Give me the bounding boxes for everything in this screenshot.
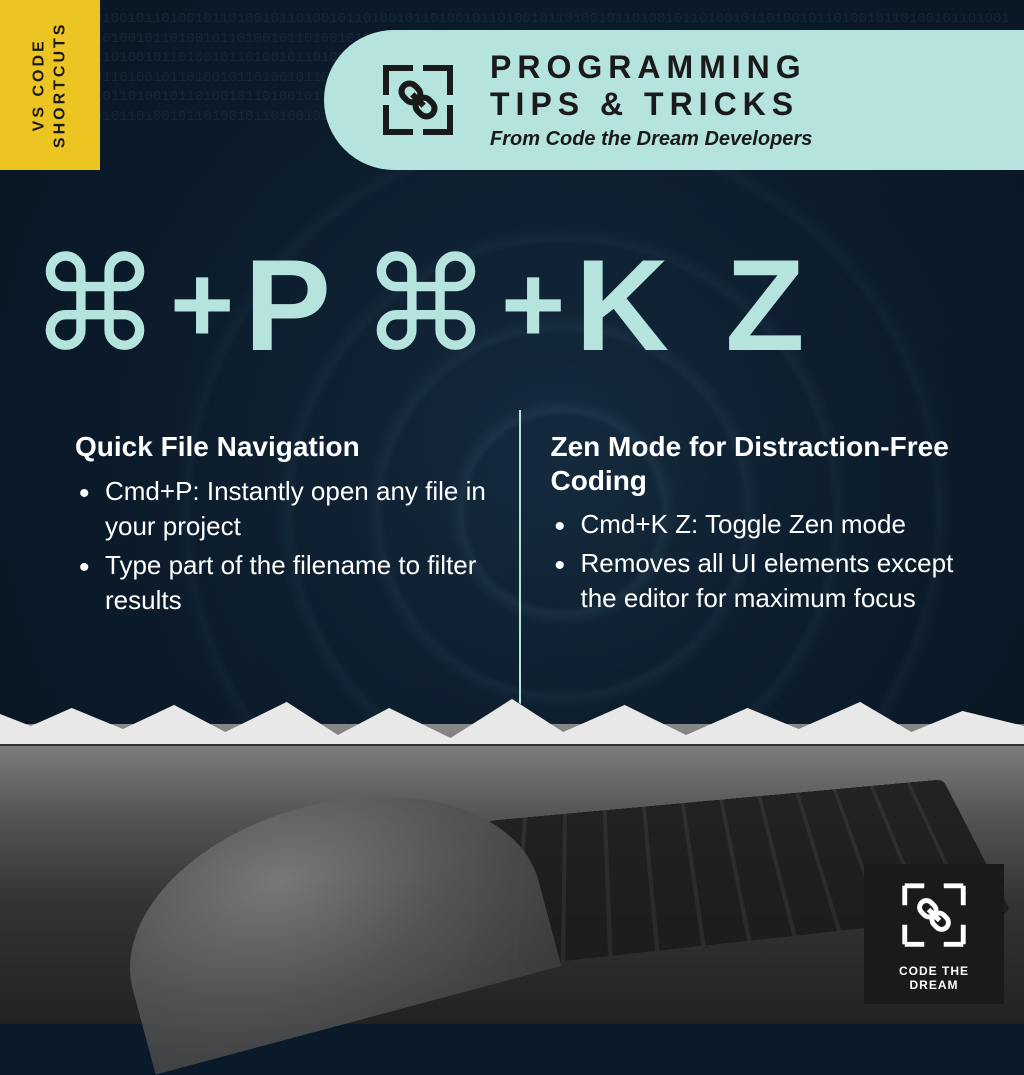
shortcuts-row: ⌘ + P ⌘ + K Z: [30, 240, 994, 370]
column-left: Quick File Navigation Cmd+P: Instantly o…: [75, 430, 519, 740]
tips-columns: Quick File Navigation Cmd+P: Instantly o…: [75, 430, 974, 740]
list-item: Cmd+P: Instantly open any file in your p…: [105, 474, 489, 544]
column-right: Zen Mode for Distraction-Free Coding Cmd…: [521, 430, 975, 740]
brand-logo-text: CODE THE DREAM: [876, 964, 992, 992]
shortcut-right: ⌘ + K Z: [361, 240, 815, 370]
header-subtitle: From Code the Dream Developers: [490, 128, 812, 151]
right-column-title: Zen Mode for Distraction-Free Coding: [551, 430, 965, 497]
left-column-list: Cmd+P: Instantly open any file in your p…: [75, 474, 489, 618]
header-pill: PROGRAMMING TIPS & TRICKS From Code the …: [324, 30, 1024, 170]
command-key-icon: ⌘: [361, 240, 491, 370]
category-tab-text: VS CODE SHORTCUTS: [29, 22, 71, 149]
link-icon: [374, 56, 462, 144]
plus-icon: +: [501, 250, 565, 360]
header-title: PROGRAMMING TIPS & TRICKS: [490, 49, 812, 123]
right-column-list: Cmd+K Z: Toggle Zen mode Removes all UI …: [551, 507, 965, 616]
brand-logo: CODE THE DREAM: [864, 864, 1004, 1004]
list-item: Cmd+K Z: Toggle Zen mode: [581, 507, 965, 542]
key-p: P: [244, 240, 341, 370]
plus-icon: +: [170, 250, 234, 360]
hand-silhouette: [99, 753, 562, 1074]
key-kz: K Z: [575, 240, 814, 370]
list-item: Type part of the filename to filter resu…: [105, 548, 489, 618]
list-item: Removes all UI elements except the edito…: [581, 546, 965, 616]
link-icon: [894, 876, 974, 954]
tab-line-2: SHORTCUTS: [51, 22, 68, 149]
shortcut-left: ⌘ + P: [30, 240, 341, 370]
tab-line-1: VS CODE: [30, 39, 47, 132]
category-tab: VS CODE SHORTCUTS: [0, 0, 100, 170]
command-key-icon: ⌘: [30, 240, 160, 370]
left-column-title: Quick File Navigation: [75, 430, 489, 464]
header-text-block: PROGRAMMING TIPS & TRICKS From Code the …: [490, 49, 812, 152]
